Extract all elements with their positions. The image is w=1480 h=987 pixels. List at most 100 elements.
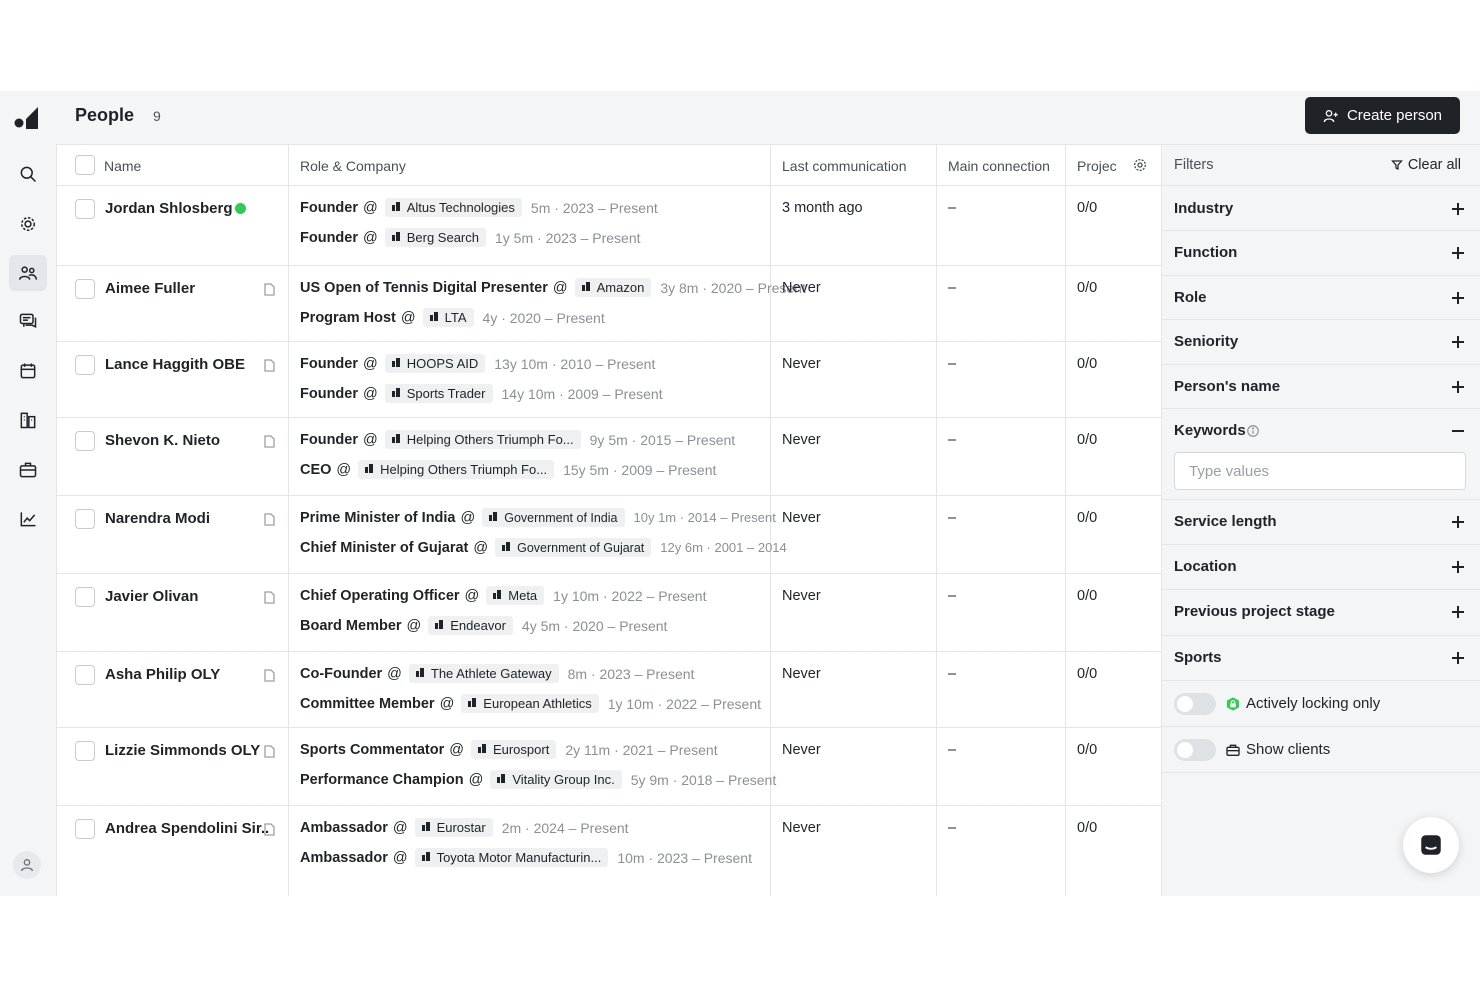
- row-checkbox[interactable]: [75, 355, 95, 375]
- calendar-icon[interactable]: [9, 353, 47, 389]
- table-row[interactable]: Shevon K. Nieto Founder @ Helping Others Tr…: [57, 418, 1161, 496]
- expand-icon[interactable]: [1451, 651, 1465, 665]
- column-header-last-communication[interactable]: Last communication: [771, 145, 937, 186]
- people-icon[interactable]: [9, 255, 47, 291]
- row-checkbox[interactable]: [75, 665, 95, 685]
- filter-sports[interactable]: Sports: [1162, 636, 1480, 681]
- filter-function[interactable]: Function: [1162, 231, 1480, 276]
- notes-icon[interactable]: [264, 359, 275, 372]
- messages-icon[interactable]: [9, 303, 47, 339]
- person-name[interactable]: Lizzie Simmonds OLY: [105, 742, 260, 759]
- notes-icon[interactable]: [264, 591, 275, 604]
- filter-service-length[interactable]: Service length: [1162, 500, 1480, 545]
- person-name[interactable]: Javier Olivan: [105, 588, 198, 605]
- last-communication-cell: Never: [771, 806, 937, 896]
- company-chip[interactable]: Government of Gujarat: [495, 538, 652, 557]
- company-chip[interactable]: Sports Trader: [384, 384, 493, 403]
- filter-person-s-name[interactable]: Person's name: [1162, 365, 1480, 409]
- person-name[interactable]: Aimee Fuller: [105, 280, 195, 297]
- company-chip[interactable]: Helping Others Triumph Fo...: [358, 460, 555, 479]
- search-icon[interactable]: [9, 156, 47, 192]
- role-entry: Board Member @ Endeavor 4y 5m · 2020 – Pres…: [300, 616, 667, 635]
- company-chip[interactable]: Endeavor: [428, 616, 513, 635]
- filter-role[interactable]: Role: [1162, 276, 1480, 320]
- column-header-project[interactable]: Projec: [1066, 145, 1161, 186]
- row-checkbox[interactable]: [75, 509, 95, 529]
- person-name[interactable]: Shevon K. Nieto: [105, 432, 220, 449]
- table-row[interactable]: Asha Philip OLY Co-Founder @ The Athlete Ga…: [57, 652, 1161, 728]
- row-checkbox[interactable]: [75, 819, 95, 839]
- column-header-name[interactable]: Name: [57, 145, 289, 186]
- select-all-checkbox[interactable]: [75, 155, 95, 175]
- company-chip[interactable]: Vitality Group Inc.: [490, 770, 622, 789]
- company-chip[interactable]: Toyota Motor Manufacturin...: [414, 848, 609, 867]
- filter-seniority[interactable]: Seniority: [1162, 320, 1480, 365]
- person-name[interactable]: Asha Philip OLY: [105, 666, 220, 683]
- expand-icon[interactable]: [1451, 560, 1465, 574]
- row-checkbox[interactable]: [75, 279, 95, 299]
- buildings-icon[interactable]: [9, 402, 47, 438]
- company-chip[interactable]: The Athlete Gateway: [408, 664, 559, 683]
- column-header-role[interactable]: Role & Company: [289, 145, 771, 186]
- table-row[interactable]: Javier Olivan Chief Operating Officer @ Met…: [57, 574, 1161, 652]
- row-checkbox[interactable]: [75, 431, 95, 451]
- person-name[interactable]: Lance Haggith OBE: [105, 356, 245, 373]
- logo-icon[interactable]: [14, 103, 38, 129]
- filter-previous-project-stage[interactable]: Previous project stage: [1162, 590, 1480, 636]
- company-chip[interactable]: Helping Others Triumph Fo...: [384, 430, 581, 449]
- settings-icon[interactable]: [9, 206, 47, 242]
- briefcase-icon[interactable]: [9, 452, 47, 488]
- company-chip[interactable]: LTA: [422, 308, 474, 327]
- add-person-icon: [1323, 109, 1338, 122]
- notes-icon[interactable]: [264, 435, 275, 448]
- table-row[interactable]: Lizzie Simmonds OLY Sports Commentator @ Eu…: [57, 728, 1161, 806]
- company-chip[interactable]: Amazon: [574, 278, 652, 297]
- expand-icon[interactable]: [1451, 380, 1465, 394]
- row-checkbox[interactable]: [75, 741, 95, 761]
- company-chip[interactable]: Berg Search: [384, 228, 486, 247]
- row-checkbox[interactable]: [75, 587, 95, 607]
- table-row[interactable]: Aimee Fuller US Open of Tennis Digital Pr…: [57, 266, 1161, 342]
- expand-icon[interactable]: [1451, 515, 1465, 529]
- table-row[interactable]: Jordan Shlosberg Founder @ Altus Technologi…: [57, 186, 1161, 266]
- notes-icon[interactable]: [264, 669, 275, 682]
- column-header-main-connection[interactable]: Main connection: [937, 145, 1066, 186]
- show-clients-toggle[interactable]: [1174, 739, 1216, 761]
- notes-icon[interactable]: [264, 823, 275, 836]
- company-chip[interactable]: Altus Technologies: [384, 198, 522, 217]
- clear-all-button[interactable]: Clear all: [1390, 157, 1461, 173]
- notes-icon[interactable]: [264, 283, 275, 296]
- person-name[interactable]: Jordan Shlosberg: [105, 200, 233, 217]
- expand-icon[interactable]: [1451, 335, 1465, 349]
- expand-icon[interactable]: [1451, 605, 1465, 619]
- filter-industry[interactable]: Industry: [1162, 187, 1480, 231]
- company-chip[interactable]: Meta: [486, 586, 545, 605]
- notes-icon[interactable]: [264, 745, 275, 758]
- company-chip[interactable]: Eurosport: [470, 740, 557, 759]
- company-chip[interactable]: Government of India: [482, 508, 625, 527]
- actively-locking-toggle[interactable]: [1174, 693, 1216, 715]
- table-row[interactable]: Andrea Spendolini Sir.. Ambassador @ Eurost…: [57, 806, 1161, 896]
- person-name[interactable]: Andrea Spendolini Sir..: [105, 820, 269, 837]
- at-symbol: @: [363, 385, 378, 402]
- collapse-icon[interactable]: [1451, 424, 1465, 438]
- expand-icon[interactable]: [1451, 246, 1465, 260]
- filter-location[interactable]: Location: [1162, 545, 1480, 590]
- table-row[interactable]: Narendra Modi Prime Minister of India @ Gov…: [57, 496, 1161, 574]
- notes-icon[interactable]: [264, 513, 275, 526]
- expand-icon[interactable]: [1451, 202, 1465, 216]
- role-entry: Founder @ Sports Trader 14y 10m · 2009 – Pr…: [300, 384, 663, 403]
- company-chip[interactable]: Eurostar: [414, 818, 493, 837]
- table-row[interactable]: Lance Haggith OBE Founder @ HOOPS AID 13y 10…: [57, 342, 1161, 418]
- column-settings-icon[interactable]: [1132, 157, 1148, 173]
- company-chip[interactable]: HOOPS AID: [384, 354, 486, 373]
- row-checkbox[interactable]: [75, 199, 95, 219]
- user-avatar[interactable]: [13, 851, 41, 879]
- create-person-button[interactable]: Create person: [1305, 97, 1460, 134]
- person-name[interactable]: Narendra Modi: [105, 510, 210, 527]
- keywords-input[interactable]: [1174, 452, 1466, 490]
- company-chip[interactable]: European Athletics: [461, 694, 599, 713]
- expand-icon[interactable]: [1451, 291, 1465, 305]
- chat-launcher-button[interactable]: [1403, 817, 1459, 873]
- chart-icon[interactable]: [9, 501, 47, 537]
